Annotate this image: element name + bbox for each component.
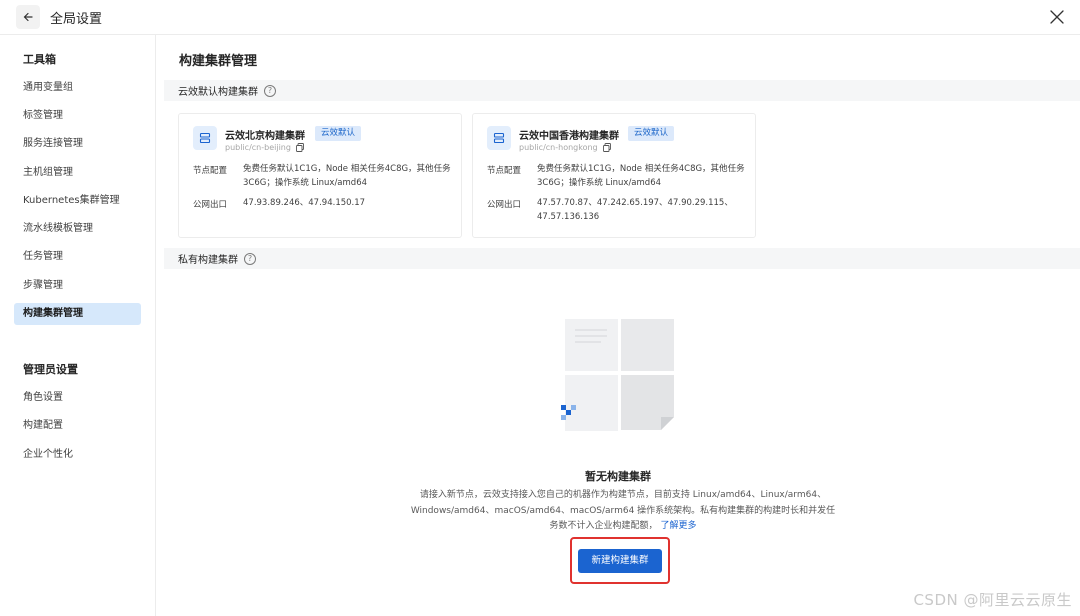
sidebar-item-variable-groups[interactable]: 通用变量组 xyxy=(14,77,141,99)
empty-title: 暂无构建集群 xyxy=(585,470,651,483)
sidebar-item-tasks[interactable]: 任务管理 xyxy=(14,246,141,268)
empty-illustration xyxy=(561,319,674,431)
cluster-id-text: public/cn-beijing xyxy=(225,143,291,152)
cluster-card-beijing[interactable]: 云效北京构建集群 云效默认 public/cn-beijing 节点配置 免费任… xyxy=(178,113,462,238)
global-settings-window: 全局设置 工具箱 通用变量组 标签管理 服务连接管理 主机组管理 Kuberne… xyxy=(0,0,1080,616)
sidebar-group-admin: 管理员设置 xyxy=(23,363,78,376)
cluster-id: public/cn-hongkong xyxy=(519,143,611,152)
node-config-label: 节点配置 xyxy=(487,166,522,176)
sidebar-item-service-connections[interactable]: 服务连接管理 xyxy=(14,133,141,155)
private-clusters-section: 私有构建集群 ? xyxy=(164,248,1080,269)
node-config-label: 节点配置 xyxy=(193,166,228,176)
empty-description: 请接入新节点，云效支持接入您自己的机器作为构建节点，目前支持 Linux/amd… xyxy=(408,488,838,535)
main-content: 构建集群管理 云效默认构建集群 ? 云效北京构建集群 云效默认 public/c… xyxy=(156,35,1080,616)
sidebar-item-roles[interactable]: 角色设置 xyxy=(14,387,141,409)
help-icon[interactable]: ? xyxy=(244,252,256,265)
copy-icon[interactable] xyxy=(602,143,611,152)
sidebar-item-kubernetes[interactable]: Kubernetes集群管理 xyxy=(14,190,141,212)
copy-icon[interactable] xyxy=(295,143,304,152)
node-config-value: 免费任务默认1C1G，Node 相关任务4C8G，其他任务3C6G；操作系统 L… xyxy=(537,164,745,188)
egress-label: 公网出口 xyxy=(193,200,228,210)
egress-value: 47.93.89.246、47.94.150.17 xyxy=(243,198,366,208)
page-title: 构建集群管理 xyxy=(179,54,258,69)
default-badge: 云效默认 xyxy=(315,126,362,141)
cluster-name: 云效中国香港构建集群 xyxy=(519,131,619,142)
close-icon[interactable] xyxy=(1048,8,1066,26)
sidebar-item-build-clusters[interactable]: 构建集群管理 xyxy=(14,303,141,325)
sidebar-item-pipeline-templates[interactable]: 流水线模板管理 xyxy=(14,218,141,240)
new-build-cluster-button[interactable]: 新建构建集群 xyxy=(578,549,662,573)
back-button[interactable] xyxy=(16,5,40,29)
egress-value: 47.57.70.87、47.242.65.197、47.90.29.115、4… xyxy=(537,198,733,222)
back-arrow-icon xyxy=(23,12,33,22)
cluster-id-text: public/cn-hongkong xyxy=(519,143,598,152)
section-title: 私有构建集群 xyxy=(178,255,238,266)
empty-description-text: 请接入新节点，云效支持接入您自己的机器作为构建节点，目前支持 Linux/amd… xyxy=(410,490,836,531)
header-title: 全局设置 xyxy=(50,11,103,27)
watermark: CSDN @阿里云云原生 xyxy=(913,591,1072,609)
section-title: 云效默认构建集群 xyxy=(178,87,258,98)
sidebar: 工具箱 通用变量组 标签管理 服务连接管理 主机组管理 Kubernetes集群… xyxy=(0,35,156,616)
header: 全局设置 xyxy=(0,0,1080,35)
default-badge: 云效默认 xyxy=(628,126,675,141)
learn-more-link[interactable]: 了解更多 xyxy=(660,521,696,531)
cluster-id: public/cn-beijing xyxy=(225,143,304,152)
cluster-icon xyxy=(487,126,511,150)
sidebar-item-tags[interactable]: 标签管理 xyxy=(14,105,141,127)
cluster-card-hongkong[interactable]: 云效中国香港构建集群 云效默认 public/cn-hongkong 节点配置 … xyxy=(472,113,756,238)
cluster-name: 云效北京构建集群 xyxy=(225,131,305,142)
sidebar-item-host-groups[interactable]: 主机组管理 xyxy=(14,162,141,184)
help-icon[interactable]: ? xyxy=(264,84,276,97)
default-clusters-section: 云效默认构建集群 ? xyxy=(164,80,1080,101)
sidebar-item-personalization[interactable]: 企业个性化 xyxy=(14,444,141,466)
sidebar-item-build-config[interactable]: 构建配置 xyxy=(14,415,141,437)
egress-label: 公网出口 xyxy=(487,200,522,210)
node-config-value: 免费任务默认1C1G，Node 相关任务4C8G，其他任务3C6G；操作系统 L… xyxy=(243,164,451,188)
cluster-icon xyxy=(193,126,217,150)
sidebar-item-steps[interactable]: 步骤管理 xyxy=(14,275,141,297)
sidebar-group-toolbox: 工具箱 xyxy=(23,53,56,66)
